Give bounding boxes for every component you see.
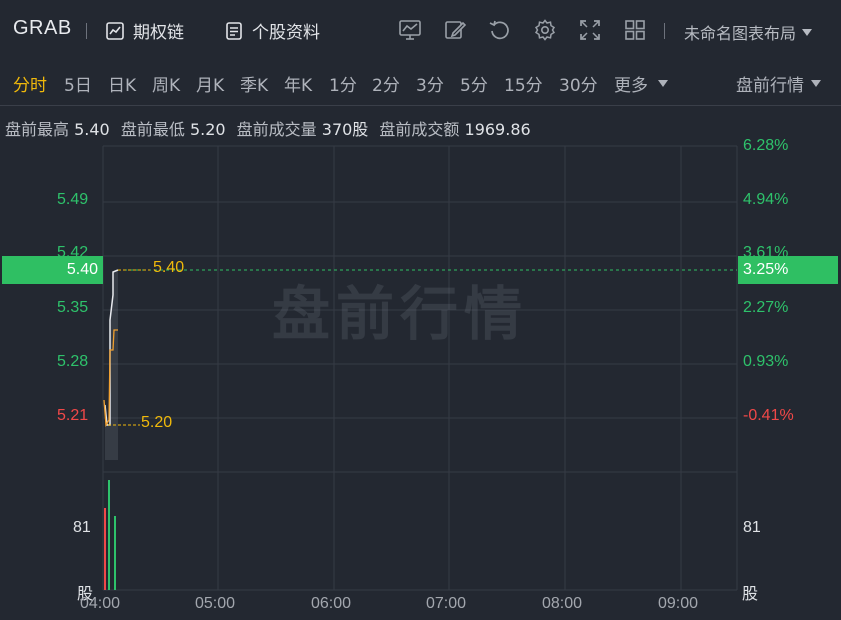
high-marker-label: 5.40 bbox=[153, 259, 185, 276]
time-tick: 04:00 bbox=[80, 595, 121, 612]
watermark: 盘前行情 bbox=[272, 280, 529, 348]
time-tick: 08:00 bbox=[542, 595, 583, 612]
price-tick: 5.21 bbox=[57, 407, 89, 424]
current-price-tag: 5.40 bbox=[2, 256, 103, 284]
pct-tick: 2.27% bbox=[743, 299, 789, 316]
price-tick: 5.49 bbox=[57, 191, 89, 208]
time-tick: 07:00 bbox=[426, 595, 467, 612]
low-marker-label: 5.20 bbox=[141, 414, 173, 431]
pct-tick: 0.93% bbox=[743, 353, 789, 370]
volume-tick: 81 bbox=[743, 519, 761, 536]
time-tick: 06:00 bbox=[311, 595, 352, 612]
price-tick: 5.28 bbox=[57, 353, 89, 370]
time-tick: 05:00 bbox=[195, 595, 236, 612]
price-tick: 5.42 bbox=[57, 244, 89, 256]
time-tick: 09:00 bbox=[658, 595, 699, 612]
pct-tick: -0.41% bbox=[743, 407, 794, 424]
volume-tick: 81 bbox=[73, 519, 91, 536]
price-area bbox=[105, 270, 118, 460]
current-pct-tag: 3.25% bbox=[738, 256, 838, 284]
pct-tick: 6.28% bbox=[743, 137, 789, 154]
pct-tick: 4.94% bbox=[743, 191, 789, 208]
price-tick: 5.35 bbox=[57, 299, 89, 316]
volume-unit: 股 bbox=[742, 586, 759, 603]
pct-tick: 3.61% bbox=[743, 244, 789, 256]
